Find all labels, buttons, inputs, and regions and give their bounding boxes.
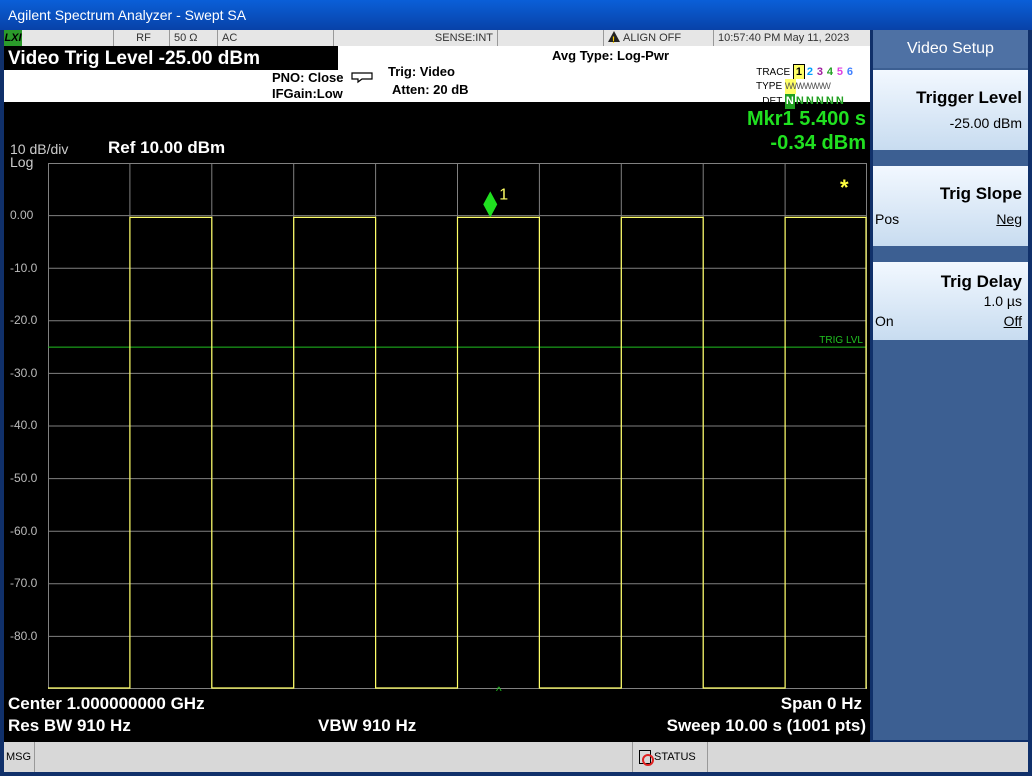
y-label-7: -70.0 — [10, 576, 38, 590]
trig-slope-neg: Neg — [996, 211, 1022, 227]
analyzer-screen: LXI RF 50 Ω AC SENSE:INT ALIGN OFF 10:57… — [4, 30, 870, 772]
trace-label: TRACE — [756, 67, 791, 78]
marker-1-label: 1 — [499, 186, 508, 203]
scale-type: Log — [10, 154, 34, 170]
instrument-frame: LXI RF 50 Ω AC SENSE:INT ALIGN OFF 10:57… — [0, 30, 1032, 776]
pno-indicator-icon — [351, 72, 373, 84]
pno-setting: PNO: Close — [272, 70, 344, 85]
trace-2: 2 — [806, 66, 813, 78]
y-label-4: -40.0 — [10, 418, 38, 432]
coupling-label: AC — [218, 30, 334, 46]
sweep-time: Sweep 10.00 s (1001 pts) — [666, 716, 866, 735]
rf-input-label: RF — [114, 30, 170, 46]
attenuation-setting: Atten: 20 dB — [392, 82, 469, 97]
trig-slope-pos: Pos — [875, 211, 900, 227]
y-label-2: -20.0 — [10, 313, 38, 327]
trigger-level-value: -25.00 dBm — [949, 115, 1022, 131]
align-status: ALIGN OFF — [604, 30, 714, 48]
y-label-1: -10.0 — [10, 261, 38, 275]
status-strip: LXI RF 50 Ω AC SENSE:INT ALIGN OFF 10:57… — [4, 30, 870, 48]
trace-3: 3 — [816, 66, 823, 78]
y-label-5: -50.0 — [10, 471, 38, 485]
det-label: DET — [762, 96, 783, 107]
y-label-3: -30.0 — [10, 366, 38, 380]
softkey-menu-title: Video Setup — [873, 30, 1028, 68]
y-label-8: -80.0 — [10, 629, 38, 643]
trigger-level-softkey[interactable]: Trigger Level -25.00 dBm — [873, 70, 1028, 150]
trace-1-line — [48, 216, 867, 689]
trigger-point-caret-icon: ^ — [496, 684, 502, 698]
marker-readout-amplitude: -0.34 dBm — [770, 132, 866, 154]
sense-label: SENSE:INT — [334, 30, 498, 46]
type-label: TYPE — [756, 81, 783, 92]
msg-label: MSG — [6, 742, 35, 772]
window-title-bar: Agilent Spectrum Analyzer - Swept SA — [0, 0, 1032, 30]
center-frequency: Center 1.000000000 GHz — [8, 694, 205, 713]
det-values: NNNNNN — [784, 94, 844, 109]
asterisk-icon: * — [840, 175, 849, 200]
active-function: Video Trig Level -25.00 dBm — [8, 48, 261, 69]
trace-plot[interactable]: TRIG LVL 1 * — [48, 163, 867, 689]
vbw: VBW 910 Hz — [318, 716, 417, 735]
trace-type-values: WWWWWW — [784, 79, 855, 94]
trig-delay-value: 1.0 µs — [983, 293, 1022, 309]
trace-5: 5 — [836, 66, 843, 78]
trig-slope-softkey[interactable]: Trig Slope Pos Neg — [873, 166, 1028, 246]
speaker-muted-icon — [639, 750, 654, 767]
trigger-level-label: TRIG LVL — [819, 335, 863, 346]
trig-delay-on: On — [875, 313, 894, 329]
trigger-level-label: Trigger Level — [916, 88, 1022, 107]
ifgain-setting: IFGain:Low — [272, 86, 343, 101]
reference-level: Ref 10.00 dBm — [108, 138, 226, 157]
trig-delay-softkey[interactable]: Trig Delay 1.0 µs On Off — [873, 262, 1028, 340]
trig-delay-label: Trig Delay — [940, 272, 1022, 291]
softkey-panel: Video Setup Trigger Level -25.00 dBm Tri… — [873, 30, 1028, 740]
status-button[interactable]: STATUS — [632, 742, 708, 772]
trace-6: 6 — [846, 66, 853, 78]
y-label-6: -60.0 — [10, 524, 38, 538]
span: Span 0 Hz — [780, 694, 862, 713]
window-title: Agilent Spectrum Analyzer - Swept SA — [8, 7, 247, 23]
impedance-label: 50 Ω — [170, 30, 218, 46]
res-bw: Res BW 910 Hz — [8, 716, 131, 735]
lxi-badge: LXI — [4, 30, 22, 46]
trig-slope-label: Trig Slope — [939, 184, 1022, 203]
trace-table: TRACE 123456 TYPE WWWWWW DET NNNNNN — [756, 64, 855, 109]
datetime: 10:57:40 PM May 11, 2023 — [718, 32, 850, 44]
y-label-0: 0.00 — [10, 208, 34, 222]
avg-type: Avg Type: Log-Pwr — [552, 48, 669, 63]
trigger-setting: Trig: Video — [388, 64, 455, 79]
marker-readout-time: Mkr1 5.400 s — [747, 108, 866, 130]
message-bar: MSG STATUS — [4, 742, 1028, 772]
marker-1-diamond — [483, 191, 498, 218]
trace-4: 4 — [826, 66, 833, 78]
trig-delay-off: Off — [1003, 313, 1022, 329]
warning-icon — [608, 31, 620, 48]
